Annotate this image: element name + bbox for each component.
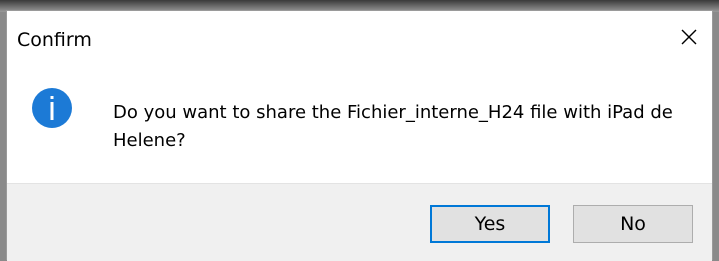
dialog-title: Confirm xyxy=(17,29,92,51)
title-bar: Confirm xyxy=(7,11,712,63)
dialog-body: Do you want to share the Fichier_interne… xyxy=(7,63,712,189)
confirm-dialog: Confirm Do you want to share the Fichier… xyxy=(6,10,713,261)
no-button[interactable]: No xyxy=(573,205,693,243)
close-button[interactable] xyxy=(666,11,712,63)
dialog-message: Do you want to share the Fichier_interne… xyxy=(113,102,673,151)
close-icon xyxy=(681,29,697,45)
info-icon xyxy=(32,88,72,128)
yes-button[interactable]: Yes xyxy=(430,205,550,243)
button-bar: Yes No xyxy=(7,183,712,261)
